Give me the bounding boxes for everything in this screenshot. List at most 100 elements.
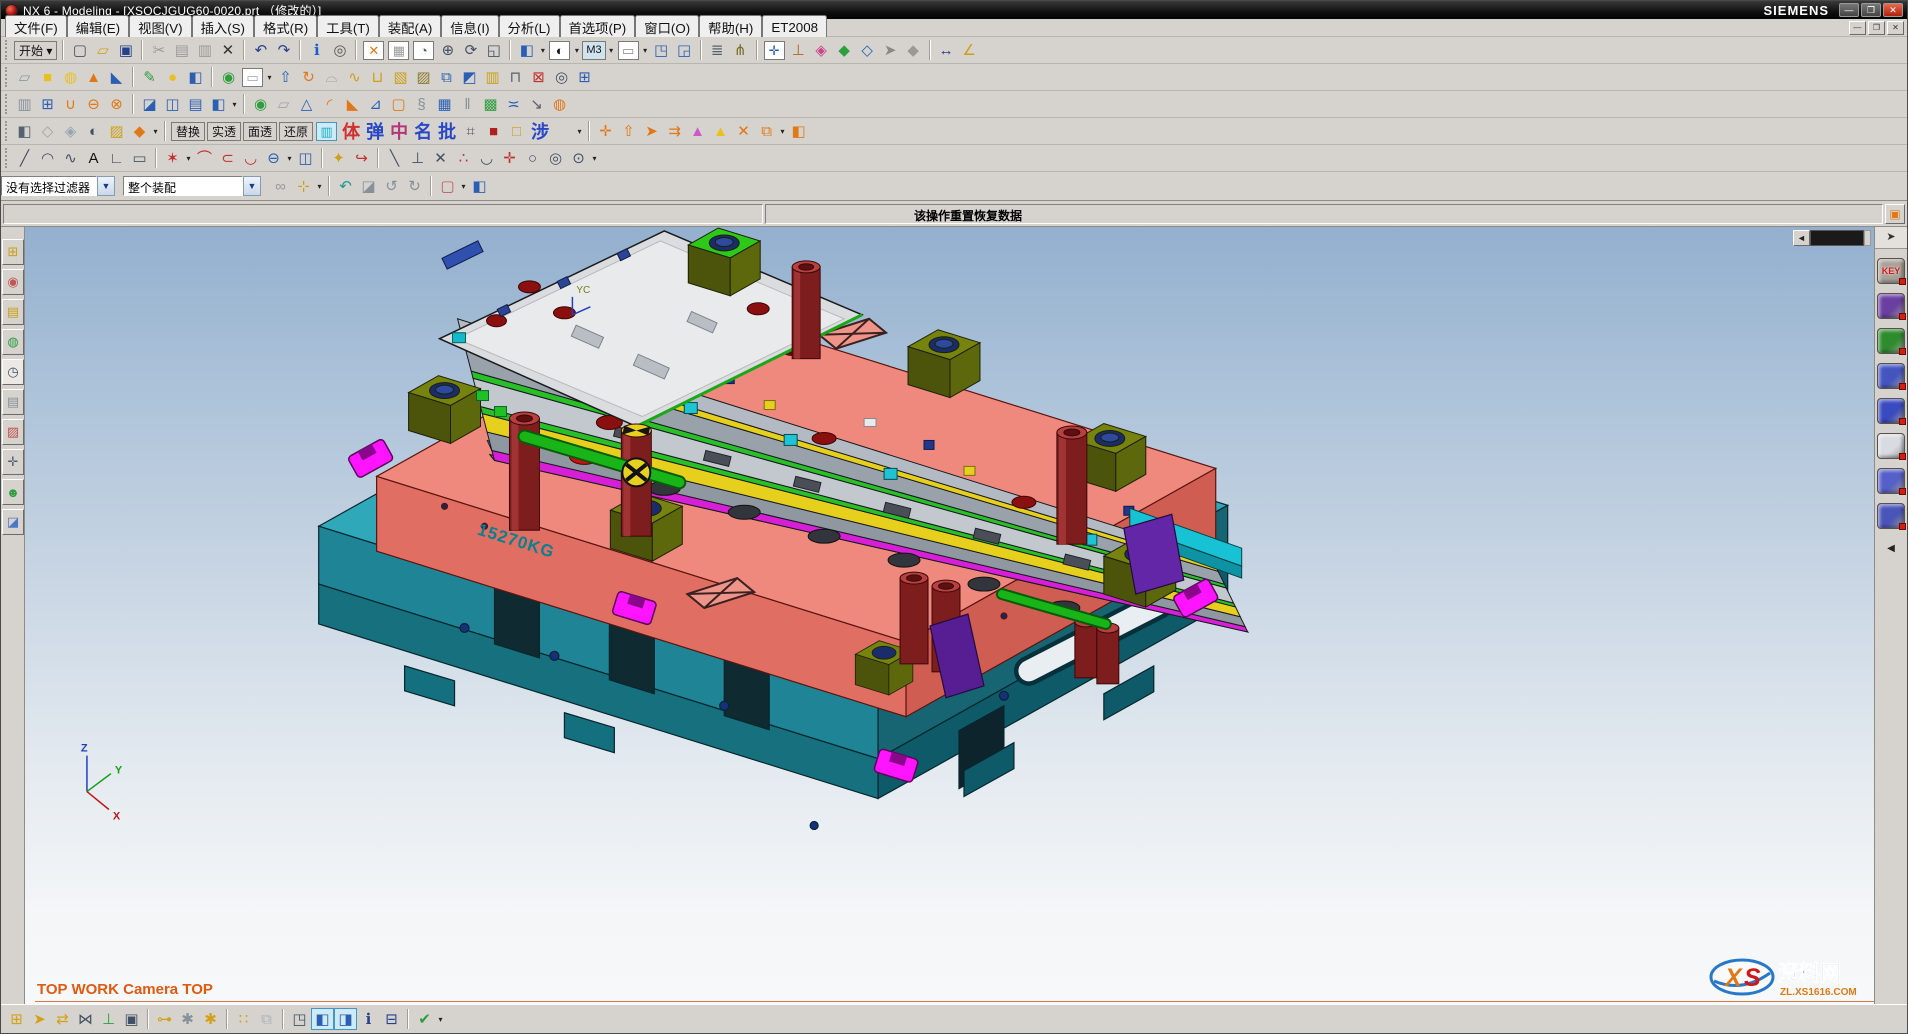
lift-component-icon[interactable]: ⇧ (617, 120, 640, 142)
intersection-point-icon[interactable]: ✕ (429, 147, 452, 169)
batch-char-button[interactable]: 批 (435, 118, 459, 144)
swept-icon[interactable]: ⌓ (320, 66, 343, 88)
trim-curve-icon[interactable]: ⊂ (216, 147, 239, 169)
surface-curve-icon-dropdown[interactable]: ▾ (285, 154, 294, 163)
start-button[interactable]: 开始 ▾ (14, 41, 57, 60)
thread-icon[interactable]: § (410, 93, 433, 115)
marquee-select-icon-dropdown[interactable]: ▾ (459, 182, 468, 191)
circle-icon[interactable]: ○ (521, 147, 544, 169)
find-icon[interactable]: ◎ (328, 39, 351, 61)
mirror-assembly-icon[interactable]: ⋈ (74, 1008, 97, 1030)
component-info-icon[interactable]: ℹ (357, 1008, 380, 1030)
background-icon[interactable]: ▭ (618, 41, 639, 60)
delete-icon[interactable]: ✕ (216, 39, 239, 61)
selection-scope-value[interactable]: 整个装配 (123, 176, 243, 196)
selection-filter-combo[interactable]: 没有选择过滤器 ▼ (1, 176, 115, 196)
view-orientation-icon[interactable]: ◧ (515, 39, 538, 61)
hidden-edge-icon[interactable]: ◈ (59, 120, 82, 142)
constrain-angle-icon[interactable]: ▲ (686, 120, 709, 142)
datum-csys-icon[interactable]: ✛ (764, 41, 785, 60)
assembly-navigator-icon[interactable]: ≣ (706, 39, 729, 61)
unite-icon[interactable]: ∪ (59, 93, 82, 115)
palette-part-cross-blue[interactable] (1877, 468, 1905, 494)
copy-component-icon[interactable]: ⧉ (755, 120, 778, 142)
scrollbar-endcap[interactable] (1864, 230, 1871, 246)
corner-icon[interactable]: ∟ (105, 147, 128, 169)
scene-tab[interactable]: ◪ (2, 509, 24, 535)
selection-filter-dropdown-icon[interactable]: ▼ (97, 176, 115, 196)
promote-body-icon[interactable]: ⧉ (255, 1008, 278, 1030)
selection-scope-combo[interactable]: 整个装配 ▼ (123, 176, 261, 196)
gray-filter-icon[interactable]: ◆ (902, 39, 925, 61)
web-browser-tab[interactable]: ◍ (2, 329, 24, 355)
sphere-icon[interactable]: ● (161, 66, 184, 88)
background-icon-dropdown[interactable]: ▾ (641, 46, 650, 55)
restore-button[interactable]: ❐ (1861, 3, 1881, 17)
rotate-cw-icon[interactable]: ↺ (380, 175, 403, 197)
sequence-icon[interactable]: ✱ (176, 1008, 199, 1030)
tips-icon[interactable]: ▣ (1885, 204, 1905, 224)
exploded-view-icon[interactable]: ◳ (288, 1008, 311, 1030)
crosshair-icon[interactable]: ✛ (498, 147, 521, 169)
body-select-char-button[interactable]: 体 (339, 118, 363, 144)
remember-constraints-icon[interactable]: ▣ (120, 1008, 143, 1030)
new-icon[interactable]: ▢ (68, 39, 91, 61)
points-icon[interactable]: ∴ (452, 147, 475, 169)
close-window-icon[interactable]: ✕ (363, 41, 384, 60)
constraints-icon[interactable]: ⊥ (787, 39, 810, 61)
graphics-viewport[interactable]: 15270KG (25, 227, 1874, 1004)
visualization-tab[interactable]: ▨ (2, 419, 24, 445)
palette-pin-icon[interactable]: ➤ (1875, 227, 1907, 249)
ghost-solid-icon[interactable]: □ (505, 120, 528, 142)
perpendicular-icon[interactable]: ⊥ (406, 147, 429, 169)
translucency-columns-icon[interactable]: ▥ (316, 122, 337, 141)
assembly-navigator-tab[interactable]: ⊞ (2, 239, 24, 265)
paste-feature-icon[interactable]: ▥ (13, 93, 36, 115)
fit-view-icon[interactable]: ◱ (482, 39, 505, 61)
assembly-verify-icon-dropdown[interactable]: ▾ (436, 1015, 445, 1024)
roles-tab[interactable]: ☻ (2, 479, 24, 505)
wedge-icon[interactable]: ◣ (105, 66, 128, 88)
restore-button[interactable]: 还原 (279, 122, 313, 141)
name-char-button[interactable]: 名 (411, 118, 435, 144)
scrollbar-track[interactable] (1810, 230, 1864, 246)
paste-icon[interactable]: ▥ (193, 39, 216, 61)
scale-body-icon[interactable]: ↘ (525, 93, 548, 115)
drag-component-icon[interactable]: ➤ (640, 120, 663, 142)
color-palette-icon[interactable]: ◈ (810, 39, 833, 61)
circle-point-icon-dropdown[interactable]: ▾ (590, 154, 599, 163)
undo-selection-icon[interactable]: ↶ (334, 175, 357, 197)
rib-icon[interactable]: ▥ (481, 66, 504, 88)
link-chain-icon[interactable]: ∞ (269, 175, 292, 197)
palette-part-bushing-white[interactable] (1877, 433, 1905, 459)
face-analysis-icon[interactable]: ▨ (105, 120, 128, 142)
copy-icon[interactable]: ▤ (170, 39, 193, 61)
zoom-in-icon[interactable]: ⊕ (436, 39, 459, 61)
cube-feature-icon[interactable]: ◧ (184, 66, 207, 88)
fillet-curve-icon[interactable]: ⌒ (193, 147, 216, 169)
display-mode-icon[interactable]: ◧ (13, 120, 36, 142)
redo-icon[interactable]: ↷ (272, 39, 295, 61)
window-cascade-icon[interactable]: ◳ (650, 39, 673, 61)
emboss-body-icon[interactable]: ▨ (412, 66, 435, 88)
cylinder-icon[interactable]: ◍ (59, 66, 82, 88)
intersect-icon[interactable]: ⊗ (105, 93, 128, 115)
mdi-restore-button[interactable]: ❐ (1868, 21, 1885, 35)
blue-filter-icon[interactable]: ◇ (856, 39, 879, 61)
palette-part-elbow-blue[interactable] (1877, 503, 1905, 529)
concentric-icon[interactable]: ◎ (544, 147, 567, 169)
emboss-icon[interactable]: ▦ (433, 93, 456, 115)
spline-icon[interactable]: ∿ (59, 147, 82, 169)
information-icon[interactable]: ℹ (305, 39, 328, 61)
marquee-select-icon[interactable]: ▢ (436, 175, 459, 197)
assembly-verify-icon[interactable]: ✔ (413, 1008, 436, 1030)
pocket-boss-icon[interactable]: ◉ (249, 93, 272, 115)
scroll-left-icon[interactable]: ◄ (1793, 230, 1810, 246)
spring-char-button[interactable]: 弹 (363, 118, 387, 144)
interference-dd-icon-dropdown[interactable]: ▾ (575, 127, 584, 136)
surface-curve-icon[interactable]: ⊖ (262, 147, 285, 169)
shaded-window-icon[interactable]: ▦ (388, 41, 409, 60)
undo-icon[interactable]: ↶ (249, 39, 272, 61)
block-icon[interactable]: ■ (36, 66, 59, 88)
sketch-icon[interactable]: ✎ (138, 66, 161, 88)
